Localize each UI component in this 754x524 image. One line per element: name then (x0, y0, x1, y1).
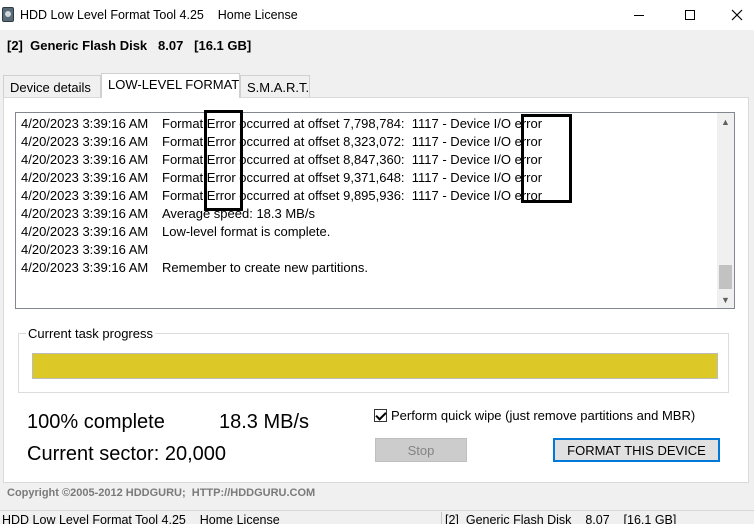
log-line: 4/20/2023 3:39:16 AM Format Error occurre… (21, 187, 542, 205)
error-word-highlight-box (204, 110, 243, 211)
log-listbox[interactable]: 4/20/2023 3:39:16 AM Format Error occurre… (15, 112, 735, 309)
scroll-up-icon[interactable]: ▲ (717, 113, 734, 130)
log-timestamp: 4/20/2023 3:39:16 AM (21, 260, 149, 275)
format-device-button[interactable]: FORMAT THIS DEVICE (553, 438, 720, 462)
close-icon (731, 9, 743, 21)
log-timestamp: 4/20/2023 3:39:16 AM (21, 206, 149, 221)
status-app-info: HDD Low Level Format Tool 4.25 Home Lice… (2, 513, 280, 524)
log-line: 4/20/2023 3:39:16 AM Format Error occurre… (21, 115, 542, 133)
minimize-icon (634, 14, 644, 16)
log-message: Low-level format is complete. (162, 224, 331, 239)
log-scrollbar[interactable]: ▲ ▼ (717, 113, 734, 308)
scroll-down-icon[interactable]: ▼ (717, 291, 734, 308)
log-timestamp: 4/20/2023 3:39:16 AM (21, 134, 149, 149)
tab-device-details[interactable]: Device details (3, 75, 101, 98)
log-timestamp: 4/20/2023 3:39:16 AM (21, 152, 149, 167)
log-timestamp: 4/20/2023 3:39:16 AM (21, 188, 149, 203)
log-message: Remember to create new partitions. (162, 260, 368, 275)
percent-complete: 100% complete (27, 411, 165, 433)
log-line: 4/20/2023 3:39:16 AM (21, 241, 542, 259)
log-lines: 4/20/2023 3:39:16 AM Format Error occurre… (21, 115, 542, 277)
log-line: 4/20/2023 3:39:16 AM Format Error occurre… (21, 169, 542, 187)
copyright-text: Copyright ©2005-2012 HDDGURU; HTTP://HDD… (7, 487, 316, 499)
quick-wipe-option[interactable]: Perform quick wipe (just remove partitio… (374, 408, 695, 423)
log-timestamp: 4/20/2023 3:39:16 AM (21, 116, 149, 131)
progress-group-label: Current task progress (26, 326, 155, 341)
title-bar: HDD Low Level Format Tool 4.25 Home Lice… (0, 0, 754, 30)
scroll-thumb[interactable] (719, 265, 732, 289)
log-timestamp: 4/20/2023 3:39:16 AM (21, 170, 149, 185)
log-line: 4/20/2023 3:39:16 AM Average speed: 18.3 … (21, 205, 542, 223)
log-line: 4/20/2023 3:39:16 AM Format Error occurre… (21, 133, 542, 151)
selected-device-info: [2] Generic Flash Disk 8.07 [16.1 GB] (7, 38, 252, 53)
app-window: HDD Low Level Format Tool 4.25 Home Lice… (0, 0, 754, 524)
log-timestamp: 4/20/2023 3:39:16 AM (21, 242, 149, 257)
log-timestamp: 4/20/2023 3:39:16 AM (21, 224, 149, 239)
close-button[interactable] (714, 0, 754, 30)
minimize-button[interactable] (616, 0, 662, 30)
hard-disk-icon (2, 7, 14, 22)
tab-low-level-format[interactable]: LOW-LEVEL FORMAT (101, 73, 240, 98)
progress-fill (33, 354, 717, 378)
window-title: HDD Low Level Format Tool 4.25 Home Lice… (20, 8, 298, 22)
status-device-info: [2] Generic Flash Disk 8.07 [16.1 GB] (441, 512, 754, 524)
log-line: 4/20/2023 3:39:16 AM Remember to create n… (21, 259, 542, 277)
quick-wipe-checkbox[interactable] (374, 409, 387, 422)
progress-bar (32, 353, 718, 379)
error-code-highlight-box (521, 114, 572, 203)
current-sector: Current sector: 20,000 (27, 443, 226, 465)
status-bar: HDD Low Level Format Tool 4.25 Home Lice… (0, 510, 754, 524)
current-speed: 18.3 MB/s (219, 411, 310, 433)
maximize-icon (685, 10, 695, 20)
stop-button[interactable]: Stop (375, 438, 467, 462)
log-line: 4/20/2023 3:39:16 AM Low-level format is … (21, 223, 542, 241)
quick-wipe-label: Perform quick wipe (just remove partitio… (391, 408, 696, 423)
log-line: 4/20/2023 3:39:16 AM Format Error occurre… (21, 151, 542, 169)
maximize-button[interactable] (667, 0, 713, 30)
tab-smart[interactable]: S.M.A.R.T. (240, 75, 310, 98)
